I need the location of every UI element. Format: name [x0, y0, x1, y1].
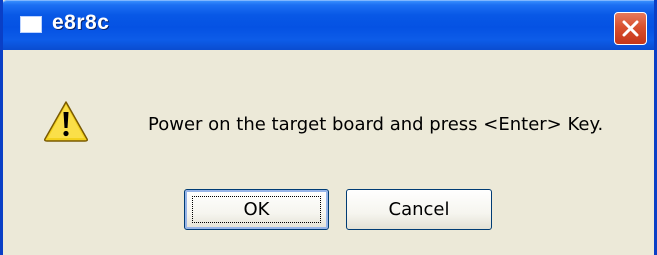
dialog-message: Power on the target board and press <Ent…: [148, 114, 604, 135]
warning-icon: [44, 101, 88, 142]
close-button[interactable]: [614, 12, 647, 45]
close-icon: [622, 20, 639, 37]
ok-button[interactable]: OK: [184, 189, 329, 230]
cancel-button[interactable]: Cancel: [346, 189, 492, 230]
cancel-button-label: Cancel: [388, 199, 450, 220]
title-bar[interactable]: e8r8c: [3, 0, 654, 50]
dialog-window: e8r8c Power on the target board and pres…: [0, 0, 657, 255]
focus-rectangle: [192, 196, 321, 223]
window-title: e8r8c: [52, 11, 110, 34]
window-icon: [20, 16, 42, 33]
